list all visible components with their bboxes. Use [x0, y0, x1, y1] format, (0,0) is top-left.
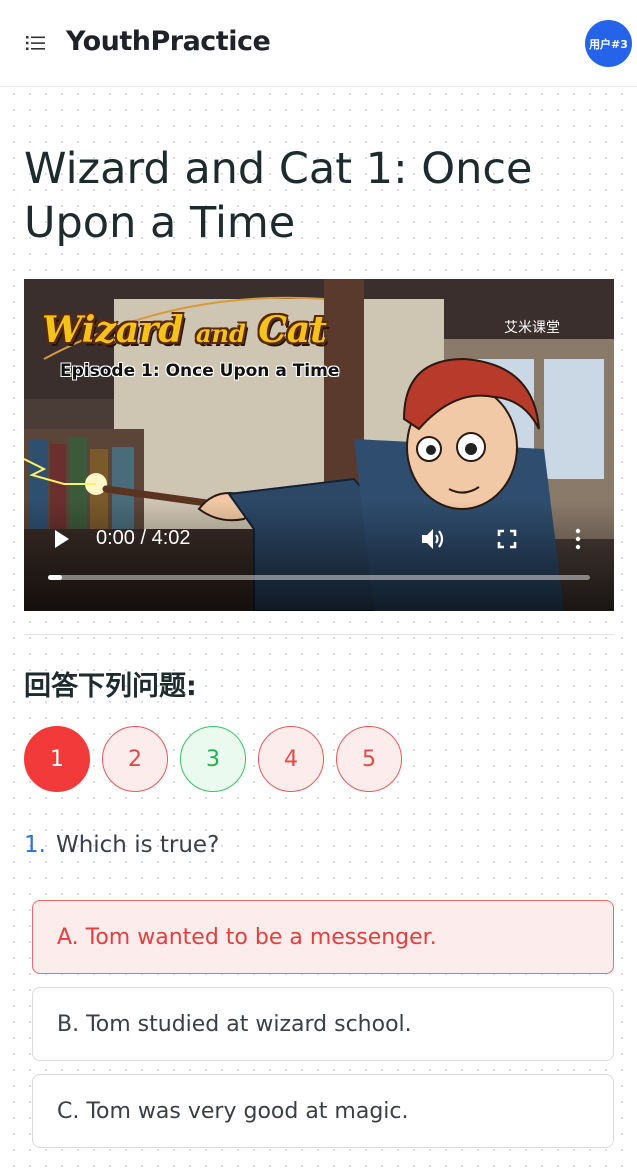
episode-subtitle: Episode 1: Once Upon a Time — [60, 361, 340, 381]
video-progress-bar[interactable] — [48, 575, 590, 580]
question-nav-button[interactable]: 5 — [336, 726, 402, 792]
answer-option-a[interactable]: A. Tom wanted to be a messenger. — [32, 900, 614, 974]
volume-icon[interactable] — [420, 527, 446, 551]
menu-icon[interactable] — [26, 35, 46, 51]
logo-word-wizard: Wizard — [42, 309, 184, 351]
question-text: Which is true? — [55, 832, 220, 858]
section-divider — [24, 634, 614, 635]
play-icon[interactable] — [52, 529, 72, 549]
question-navigator: 1 2 3 4 5 — [24, 726, 402, 792]
more-options-icon[interactable] — [572, 528, 584, 550]
quiz-heading: 回答下列问题: — [24, 671, 197, 702]
question-number: 1. — [24, 832, 46, 858]
channel-watermark: 艾米课堂 — [504, 320, 560, 336]
page-title: Wizard and Cat 1: Once Upon a Time — [24, 144, 533, 248]
user-avatar[interactable]: 用户#3 — [585, 20, 632, 67]
video-player[interactable]: Wizard and Cat Episode 1: Once Upon a Ti… — [24, 279, 614, 611]
logo-word-cat: Cat — [258, 309, 327, 351]
time-display: 0:00 / 4:02 — [96, 527, 191, 549]
logo-word-and: and — [195, 319, 246, 348]
question-nav-button[interactable]: 2 — [102, 726, 168, 792]
question-prompt: 1. Which is true? — [24, 832, 219, 858]
question-nav-button[interactable]: 3 — [180, 726, 246, 792]
fullscreen-icon[interactable] — [496, 528, 518, 550]
question-nav-button[interactable]: 1 — [24, 726, 90, 792]
answer-option-b[interactable]: B. Tom studied at wizard school. — [32, 987, 614, 1061]
video-logo: Wizard and Cat — [42, 309, 327, 351]
brand-logo[interactable]: YouthPractice — [66, 26, 271, 57]
answer-option-c[interactable]: C. Tom was very good at magic. — [32, 1074, 614, 1148]
top-bar: YouthPractice 用户#3 — [0, 0, 637, 87]
video-progress-fill — [48, 575, 62, 580]
question-nav-button[interactable]: 4 — [258, 726, 324, 792]
controls-overlay — [24, 501, 614, 611]
